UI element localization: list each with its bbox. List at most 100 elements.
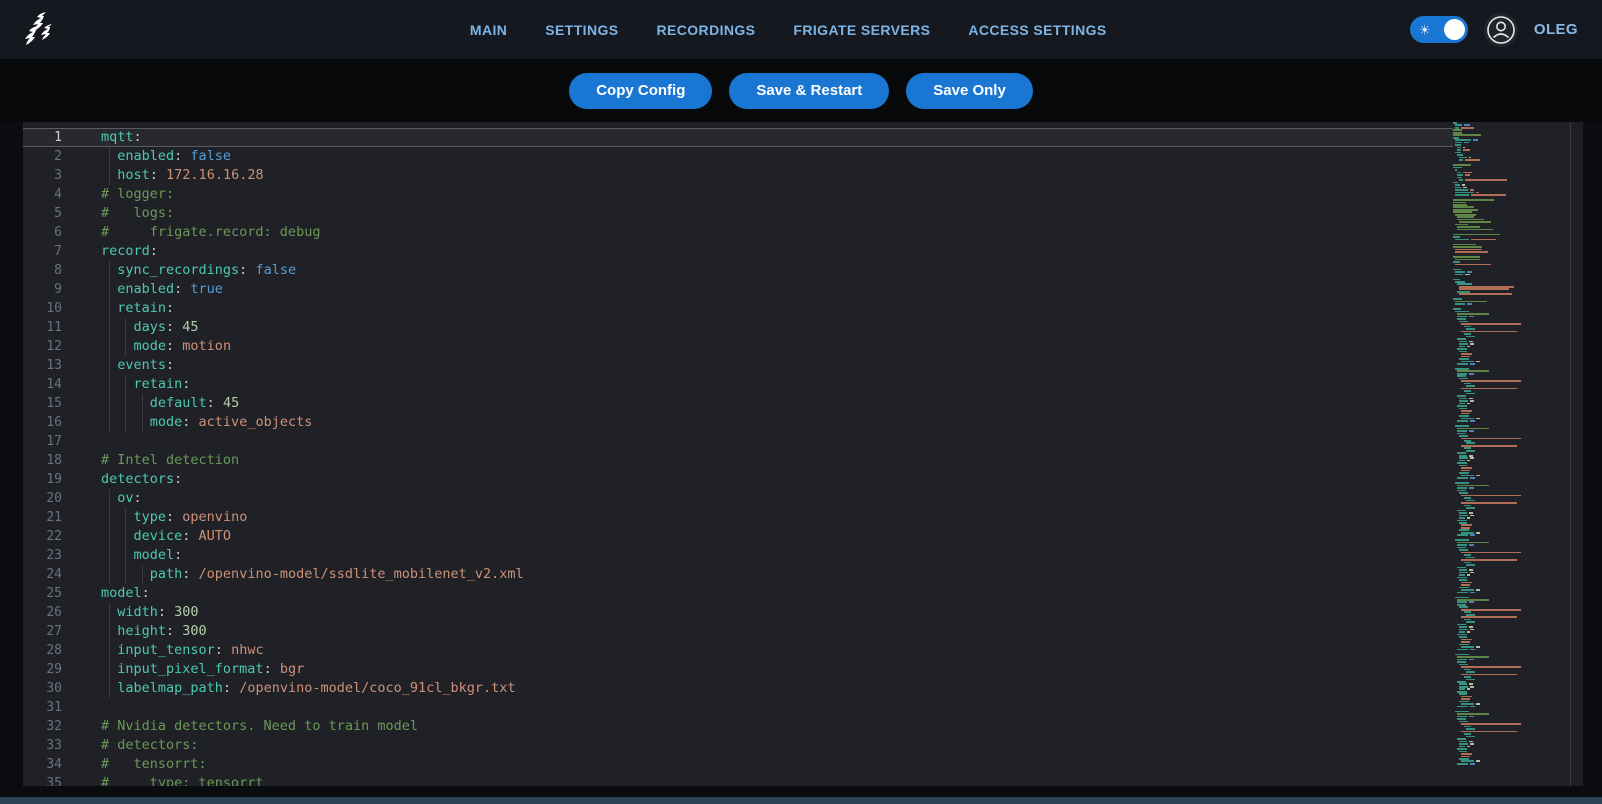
indent-guide (142, 413, 143, 432)
code-line-text[interactable]: device: AUTO (79, 527, 1453, 546)
code-line-text[interactable]: # tensorrt: (79, 755, 1453, 774)
code-line-text[interactable]: model: (79, 584, 1453, 603)
minimap-line (1453, 229, 1570, 231)
minimap-line (1453, 467, 1570, 469)
code-line-text[interactable]: sync_recordings: false (79, 261, 1453, 280)
minimap-line (1453, 569, 1570, 571)
code-line: 24 path: /openvino-model/ssdlite_mobilen… (23, 565, 1453, 584)
code-line-text[interactable]: input_tensor: nhwc (79, 641, 1453, 660)
minimap-line (1453, 177, 1570, 179)
minimap-line (1453, 291, 1570, 293)
line-number: 15 (23, 394, 79, 413)
code-line-text[interactable]: model: (79, 546, 1453, 565)
code-line-text[interactable]: mode: motion (79, 337, 1453, 356)
copy-config-button[interactable]: Copy Config (569, 73, 712, 109)
code-line-text[interactable]: enabled: false (79, 147, 1453, 166)
code-line-text[interactable]: # Intel detection (79, 451, 1453, 470)
code-line: 20 ov: (23, 489, 1453, 508)
line-number: 13 (23, 356, 79, 375)
minimap-line (1453, 452, 1570, 454)
nav-item-frigate-servers[interactable]: FRIGATE SERVERS (793, 22, 930, 38)
minimap-line (1453, 624, 1570, 626)
minimap-line (1453, 505, 1570, 507)
minimap-line (1453, 671, 1570, 673)
minimap-line (1453, 621, 1570, 623)
editor-vertical-scrollbar[interactable] (1570, 122, 1583, 786)
code-line-text[interactable]: height: 300 (79, 622, 1453, 641)
line-number: 30 (23, 679, 79, 698)
minimap-line (1453, 298, 1570, 300)
minimap-line (1453, 206, 1570, 208)
minimap-line (1453, 507, 1570, 509)
minimap-line (1453, 763, 1570, 765)
minimap-line (1453, 552, 1570, 554)
code-line-text[interactable]: enabled: true (79, 280, 1453, 299)
minimap-line (1453, 549, 1570, 551)
code-line-text[interactable]: labelmap_path: /openvino-model/coco_91cl… (79, 679, 1453, 698)
minimap-line (1453, 249, 1570, 251)
code-line-text[interactable]: host: 172.16.16.28 (79, 166, 1453, 185)
code-line-text[interactable]: path: /openvino-model/ssdlite_mobilenet_… (79, 565, 1453, 584)
code-line-text[interactable]: retain: (79, 375, 1453, 394)
minimap-line (1453, 564, 1570, 566)
code-line: 19detectors: (23, 470, 1453, 489)
minimap-line (1453, 368, 1570, 370)
minimap-line (1453, 664, 1570, 666)
frigate-logo[interactable] (12, 4, 64, 56)
minimap-line (1453, 380, 1570, 382)
save-restart-button[interactable]: Save & Restart (729, 73, 889, 109)
config-code-editor[interactable]: 1mqtt:2 enabled: false3 host: 172.16.16.… (23, 122, 1583, 786)
user-avatar[interactable] (1484, 13, 1518, 47)
save-only-button[interactable]: Save Only (906, 73, 1033, 109)
code-line-text[interactable]: record: (79, 242, 1453, 261)
code-line-text[interactable]: # frigate.record: debug (79, 223, 1453, 242)
code-line-text[interactable]: detectors: (79, 470, 1453, 489)
minimap-line (1453, 693, 1570, 695)
minimap-line (1453, 261, 1570, 263)
code-line-text[interactable]: # logger: (79, 185, 1453, 204)
code-line-text[interactable]: # Nvidia detectors. Need to train model (79, 717, 1453, 736)
minimap-line (1453, 301, 1570, 303)
code-line-text[interactable] (79, 698, 1453, 717)
theme-toggle[interactable]: ☀ (1410, 16, 1468, 43)
code-line-text[interactable]: type: openvino (79, 508, 1453, 527)
minimap-line (1453, 482, 1570, 484)
nav-item-main[interactable]: MAIN (470, 22, 507, 38)
code-line-text[interactable]: ov: (79, 489, 1453, 508)
minimap-line (1453, 236, 1570, 238)
nav-item-recordings[interactable]: RECORDINGS (657, 22, 756, 38)
code-line-text[interactable]: days: 45 (79, 318, 1453, 337)
line-number: 25 (23, 584, 79, 603)
editor-minimap[interactable] (1453, 122, 1570, 786)
code-line-text[interactable]: # detectors: (79, 736, 1453, 755)
minimap-line (1453, 353, 1570, 355)
minimap-line (1453, 162, 1570, 164)
code-line-text[interactable]: # logs: (79, 204, 1453, 223)
nav-item-settings[interactable]: SETTINGS (545, 22, 618, 38)
code-line-text[interactable] (79, 432, 1453, 451)
code-line-text[interactable]: input_pixel_format: bgr (79, 660, 1453, 679)
minimap-line (1453, 428, 1570, 430)
indent-guide (109, 622, 110, 641)
minimap-line (1453, 378, 1570, 380)
code-line-text[interactable]: # type: tensorrt (79, 774, 1453, 786)
indent-guide (125, 413, 126, 432)
code-line-text[interactable]: mode: active_objects (79, 413, 1453, 432)
minimap-line (1453, 430, 1570, 432)
minimap-line (1453, 733, 1570, 735)
line-number: 8 (23, 261, 79, 280)
minimap-line (1453, 502, 1570, 504)
minimap-line (1453, 736, 1570, 738)
code-line: 14 retain: (23, 375, 1453, 394)
username-label[interactable]: OLEG (1534, 21, 1578, 38)
minimap-line (1453, 659, 1570, 661)
code-line-text[interactable]: events: (79, 356, 1453, 375)
indent-guide (109, 603, 110, 622)
code-line-text[interactable]: width: 300 (79, 603, 1453, 622)
code-line-text[interactable]: mqtt: (79, 128, 1453, 147)
horizontal-scrollbar[interactable] (0, 797, 1602, 804)
code-line-text[interactable]: default: 45 (79, 394, 1453, 413)
minimap-line (1453, 500, 1570, 502)
nav-item-access-settings[interactable]: ACCESS SETTINGS (968, 22, 1106, 38)
code-line-text[interactable]: retain: (79, 299, 1453, 318)
